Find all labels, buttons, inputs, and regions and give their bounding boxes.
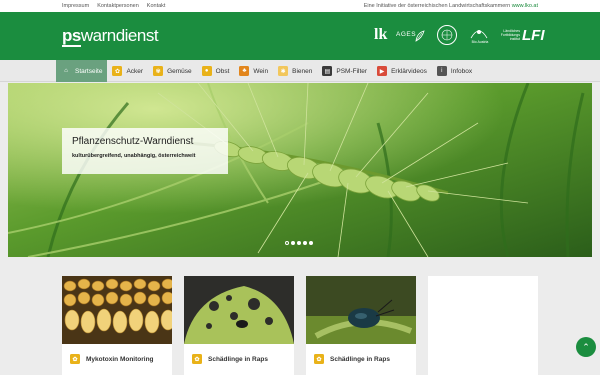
bio-austria-logo[interactable]: Bio Austria	[468, 26, 490, 46]
field-icon: ✿	[192, 354, 202, 364]
nav-item-label: Startseite	[75, 67, 103, 75]
beetle-image	[306, 276, 416, 344]
card-mykotoxin-label: ✿ Mykotoxin Monitoring	[70, 354, 154, 364]
logo-ps: ps	[62, 26, 81, 47]
nav-item-label: Infobox	[450, 67, 473, 75]
filter-icon: ▤	[322, 66, 333, 76]
nav-item-label: Acker	[126, 67, 144, 75]
card-empty	[428, 276, 538, 375]
nav-item-infobox[interactable]: i Infobox	[432, 60, 477, 82]
lfi-small-text: Ländliches Fortbildungs institut	[500, 29, 520, 42]
card-title: Schädlinge in Raps	[330, 355, 390, 363]
bio-austria-text: Bio Austria	[471, 40, 489, 44]
fruit-icon: ●	[201, 66, 212, 76]
slider-dot[interactable]	[297, 241, 301, 245]
kontakt-link[interactable]: Kontakt	[147, 3, 166, 9]
slider-dot[interactable]	[309, 241, 313, 245]
nav-item-label: Obst	[215, 67, 230, 75]
lfi-big-text: LFI	[522, 27, 545, 44]
lko-link[interactable]: www.lko.at	[512, 3, 538, 9]
lk-logo[interactable]: lk	[374, 26, 387, 44]
card-raps-2[interactable]: ✿ Schädlinge in Raps	[306, 276, 416, 375]
nav-item-obst[interactable]: ● Obst	[197, 60, 235, 82]
slider-dot[interactable]	[285, 241, 289, 245]
slider-dot[interactable]	[291, 241, 295, 245]
bee-icon: ✱	[278, 66, 289, 76]
nav-items: ⌂ Startseite ✿ Acker ✾ Gemüse ● Obst ♣ Wein ✱ Biene…	[56, 60, 477, 82]
card-title: Mykotoxin Monitoring	[86, 355, 154, 363]
slider-dots	[285, 241, 313, 245]
initiative-note: Eine Initiative der österreichischen Lan…	[364, 3, 538, 9]
nav-item-erkl-rvideos[interactable]: ▶ Erklärvideos	[372, 60, 432, 82]
hero-title: Pflanzenschutz-Warndienst	[72, 136, 194, 147]
ministry-seal-icon[interactable]	[437, 25, 457, 45]
chevron-up-icon: ⌃	[582, 341, 590, 352]
nav-item-wein[interactable]: ♣ Wein	[234, 60, 273, 82]
nav-item-label: PSM-Filter	[336, 67, 368, 75]
card-mykotoxin[interactable]: ✿ Mykotoxin Monitoring	[62, 276, 172, 375]
leaf-logo-icon[interactable]	[414, 29, 426, 42]
card-raps-1-label: ✿ Schädlinge in Raps	[192, 354, 268, 364]
field-icon: ✿	[112, 66, 123, 76]
main-nav: ⌂ Startseite ✿ Acker ✾ Gemüse ● Obst ♣ Wein ✱ Biene…	[0, 60, 600, 82]
grape-icon: ♣	[239, 66, 250, 76]
nav-item-psm-filter[interactable]: ▤ PSM-Filter	[317, 60, 372, 82]
nav-item-label: Gemüse	[167, 67, 192, 75]
nav-item-gem-se[interactable]: ✾ Gemüse	[148, 60, 197, 82]
nav-item-label: Erklärvideos	[391, 67, 427, 75]
info-icon: i	[436, 66, 447, 76]
nav-item-acker[interactable]: ✿ Acker	[107, 60, 148, 82]
hero-caption: Pflanzenschutz-Warndienst kulturübergrei…	[62, 128, 228, 174]
nav-item-label: Bienen	[292, 67, 313, 75]
pswarndienst-logo[interactable]: pswarndienst	[62, 26, 159, 47]
site-header: pswarndienst lk AGES Bio Austria Ländlic…	[0, 12, 600, 60]
initiative-text: Eine Initiative der österreichischen Lan…	[363, 3, 512, 9]
impressum-link[interactable]: Impressum	[62, 3, 89, 9]
card-raps-1[interactable]: ✿ Schädlinge in Raps	[184, 276, 294, 375]
video-icon: ▶	[377, 66, 388, 76]
logo-warndienst: warndienst	[80, 26, 159, 45]
home-icon: ⌂	[61, 66, 71, 76]
top-utility-bar: Impressum Kontaktpersonen Kontakt Eine I…	[0, 0, 600, 12]
scroll-top-button[interactable]: ⌃	[576, 337, 596, 357]
field-icon: ✿	[70, 354, 80, 364]
corn-image	[62, 276, 172, 344]
card-raps-2-label: ✿ Schädlinge in Raps	[314, 354, 390, 364]
slider-dot[interactable]	[303, 241, 307, 245]
field-icon: ✿	[314, 354, 324, 364]
lfi-logo[interactable]: Ländliches Fortbildungs institut LFI	[498, 26, 548, 46]
leaf-pest-image	[184, 276, 294, 344]
vegetable-icon: ✾	[153, 66, 164, 76]
card-title: Schädlinge in Raps	[208, 355, 268, 363]
nav-item-label: Wein	[253, 67, 269, 75]
kontaktpersonen-link[interactable]: Kontaktpersonen	[97, 3, 139, 9]
utility-links: Impressum Kontaktpersonen Kontakt	[62, 3, 165, 9]
hero-subtitle: kulturübergreifend, unabhängig, österrei…	[72, 153, 196, 159]
nav-item-bienen[interactable]: ✱ Bienen	[273, 60, 317, 82]
nav-item-startseite[interactable]: ⌂ Startseite	[56, 60, 108, 82]
